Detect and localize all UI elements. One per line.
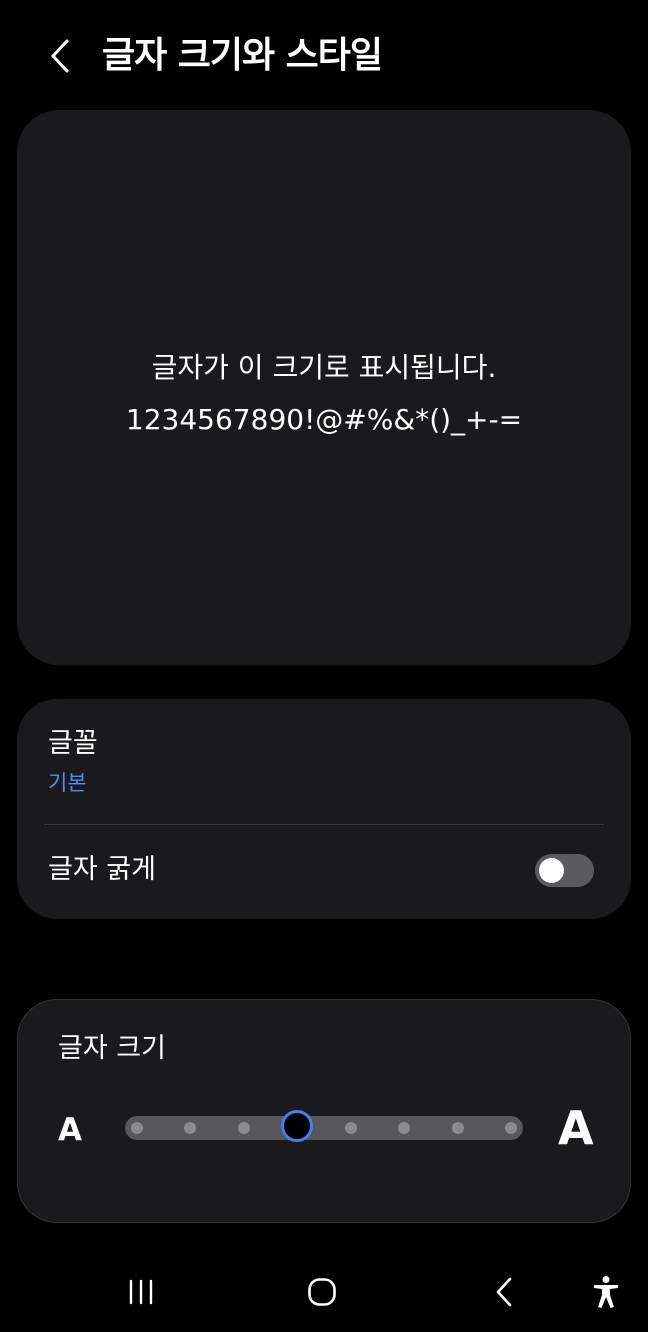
font-style-value: 기본 bbox=[48, 771, 87, 795]
back-nav-button[interactable] bbox=[476, 1268, 532, 1316]
bold-font-label: 글자 굵게 bbox=[48, 854, 156, 885]
preview-text: 글자가 이 크기로 표시됩니다. 1234567890!@#%&*()_+-= bbox=[17, 342, 631, 446]
font-size-card: 글자 크기 A A bbox=[17, 999, 631, 1223]
large-text-icon: A bbox=[558, 1101, 594, 1155]
slider-step-dot bbox=[451, 1122, 464, 1134]
font-size-slider-thumb[interactable] bbox=[281, 1110, 314, 1142]
home-icon bbox=[308, 1278, 336, 1306]
recents-icon bbox=[129, 1279, 153, 1305]
font-style-item[interactable]: 글꼴 기본 bbox=[17, 699, 631, 825]
slider-step-dot bbox=[184, 1122, 197, 1134]
bold-font-item[interactable]: 글자 굵게 bbox=[17, 825, 631, 919]
slider-step-dot bbox=[131, 1122, 143, 1134]
font-preview-card: 글자가 이 크기로 표시됩니다. 1234567890!@#%&*()_+-= bbox=[17, 110, 631, 665]
toggle-knob bbox=[539, 858, 564, 883]
recents-button[interactable] bbox=[113, 1268, 169, 1316]
font-size-slider[interactable] bbox=[125, 1110, 523, 1142]
accessibility-button[interactable] bbox=[578, 1268, 634, 1316]
slider-step-dot bbox=[505, 1122, 517, 1134]
font-settings-card: 글꼴 기본 글자 굵게 bbox=[17, 699, 631, 919]
page-title: 글자 크기와 스타일 bbox=[102, 35, 383, 76]
back-button[interactable] bbox=[40, 34, 80, 78]
navigation-bar bbox=[0, 1250, 648, 1332]
preview-line-characters: 1234567890!@#%&*()_+-= bbox=[125, 403, 523, 436]
home-button[interactable] bbox=[294, 1268, 350, 1316]
slider-step-dot bbox=[344, 1122, 357, 1134]
chevron-left-icon bbox=[51, 39, 69, 73]
slider-step-dot bbox=[237, 1122, 250, 1134]
font-style-label: 글꼴 bbox=[48, 728, 98, 759]
accessibility-icon bbox=[594, 1276, 618, 1308]
bold-font-toggle[interactable] bbox=[535, 854, 594, 887]
preview-line-korean: 글자가 이 크기로 표시됩니다. bbox=[151, 351, 497, 384]
app-header: 글자 크기와 스타일 bbox=[0, 0, 648, 110]
font-size-label: 글자 크기 bbox=[58, 1033, 166, 1064]
slider-step-dot bbox=[398, 1122, 411, 1134]
back-icon bbox=[496, 1277, 512, 1307]
small-text-icon: A bbox=[58, 1112, 82, 1148]
